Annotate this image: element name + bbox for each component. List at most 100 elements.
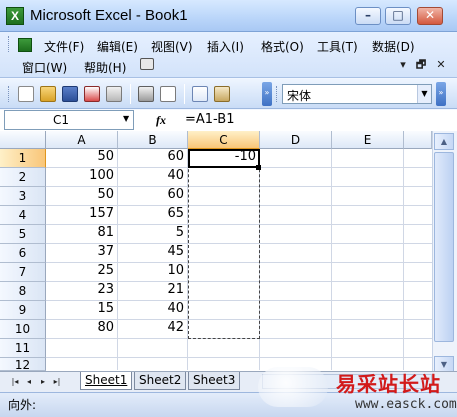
scroll-up-button[interactable]: ▲: [434, 133, 454, 150]
maximize-button[interactable]: □: [385, 7, 411, 25]
font-name-value: 宋体: [287, 89, 312, 103]
cell-b8[interactable]: 21: [118, 282, 188, 301]
chevron-down-icon[interactable]: ▼: [417, 85, 431, 103]
new-icon[interactable]: [18, 86, 34, 102]
row-header[interactable]: 12: [0, 358, 46, 371]
cell-a10[interactable]: 80: [46, 320, 118, 339]
row-header[interactable]: 7: [0, 263, 46, 282]
row-header[interactable]: 11: [0, 339, 46, 358]
cell-b6[interactable]: 45: [118, 244, 188, 263]
toolbar-separator: [184, 84, 185, 104]
column-header-d[interactable]: D: [260, 131, 332, 149]
mdi-menu-icon[interactable]: ▾: [396, 58, 410, 72]
cell-b7[interactable]: 10: [118, 263, 188, 282]
row-header[interactable]: 10: [0, 320, 46, 339]
cell-a1[interactable]: 50: [46, 149, 118, 168]
name-box[interactable]: C1 ▼: [4, 110, 134, 130]
formatting-overflow-button[interactable]: »: [436, 82, 446, 106]
cell-b1[interactable]: 60: [118, 149, 188, 168]
cell-a2[interactable]: 100: [46, 168, 118, 187]
close-button[interactable]: ✕: [417, 7, 443, 25]
excel-app-icon[interactable]: X: [6, 7, 24, 25]
toolbar-overflow-button[interactable]: »: [262, 82, 272, 106]
status-text: 向外:: [8, 398, 37, 412]
watermark-logo: [258, 367, 328, 407]
mdi-close-icon[interactable]: ✕: [434, 58, 448, 72]
first-sheet-icon[interactable]: |◂: [10, 376, 20, 388]
menu-data[interactable]: 数据(D): [372, 38, 415, 55]
cell-a7[interactable]: 25: [46, 263, 118, 282]
row-header[interactable]: 8: [0, 282, 46, 301]
spelling-icon[interactable]: [192, 86, 208, 102]
next-sheet-icon[interactable]: ▸: [38, 376, 48, 388]
fill-handle[interactable]: [256, 165, 261, 170]
cell-a3[interactable]: 50: [46, 187, 118, 206]
cell-a8[interactable]: 23: [46, 282, 118, 301]
select-all-corner[interactable]: [0, 131, 46, 149]
toolbar-grip-handle[interactable]: [8, 86, 11, 102]
active-cell-border: [188, 149, 260, 168]
row-header[interactable]: 3: [0, 187, 46, 206]
cell-b10[interactable]: 42: [118, 320, 188, 339]
vertical-scroll-thumb[interactable]: [434, 152, 454, 342]
open-icon[interactable]: [40, 86, 56, 102]
formatting-toolbar-grip[interactable]: [276, 86, 279, 102]
sheet-tab-sheet1[interactable]: Sheet1: [80, 372, 133, 390]
column-header-b[interactable]: B: [118, 131, 188, 149]
formula-input[interactable]: =A1-B1: [185, 112, 234, 127]
grid-line: [331, 149, 332, 370]
watermark-site-name: 易采站长站: [336, 372, 441, 396]
workbook-icon[interactable]: [18, 38, 32, 52]
permission-icon[interactable]: [84, 86, 100, 102]
last-sheet-icon[interactable]: ▸|: [52, 376, 62, 388]
cell-a4[interactable]: 157: [46, 206, 118, 225]
column-header-partial[interactable]: [404, 131, 432, 149]
cell-b5[interactable]: 5: [118, 225, 188, 244]
row-header[interactable]: 5: [0, 225, 46, 244]
column-header-e[interactable]: E: [332, 131, 404, 149]
row-header[interactable]: 1: [0, 149, 46, 168]
font-name-dropdown[interactable]: 宋体 ▼: [282, 84, 432, 104]
sheet-tab-sheet3[interactable]: Sheet3: [188, 372, 241, 390]
sheet-tab-sheet2[interactable]: Sheet2: [134, 372, 187, 390]
cell-b2[interactable]: 40: [118, 168, 188, 187]
print-icon[interactable]: [138, 86, 154, 102]
cell-b3[interactable]: 60: [118, 187, 188, 206]
column-header-c[interactable]: C: [188, 131, 260, 149]
toolbar-separator: [130, 84, 131, 104]
row-header[interactable]: 9: [0, 301, 46, 320]
cell-a5[interactable]: 81: [46, 225, 118, 244]
cell-a9[interactable]: 15: [46, 301, 118, 320]
menu-help[interactable]: 帮助(H): [84, 59, 126, 76]
menu-view[interactable]: 视图(V): [151, 38, 193, 55]
cell-b9[interactable]: 40: [118, 301, 188, 320]
watermark-url: www.easck.com: [355, 397, 457, 412]
window-title: Microsoft Excel - Book1: [30, 7, 188, 24]
name-box-value: C1: [53, 113, 70, 127]
copy-selection-marquee: [188, 149, 260, 339]
menu-edit[interactable]: 编辑(E): [97, 38, 138, 55]
column-header-a[interactable]: A: [46, 131, 118, 149]
minimize-button[interactable]: –: [355, 7, 381, 25]
menu-tools[interactable]: 工具(T): [317, 38, 358, 55]
email-icon[interactable]: [106, 86, 122, 102]
menu-grip-handle[interactable]: [8, 36, 11, 52]
menu-insert[interactable]: 插入(I): [207, 38, 244, 55]
previous-sheet-icon[interactable]: ◂: [24, 376, 34, 388]
cell-b4[interactable]: 65: [118, 206, 188, 225]
row-header[interactable]: 4: [0, 206, 46, 225]
research-icon[interactable]: [214, 86, 230, 102]
insert-function-icon[interactable]: fx: [156, 113, 166, 128]
mdi-restore-icon[interactable]: 🗗: [414, 58, 428, 72]
cell-a6[interactable]: 37: [46, 244, 118, 263]
row-header[interactable]: 2: [0, 168, 46, 187]
menu-file[interactable]: 文件(F): [44, 38, 84, 55]
print-preview-icon[interactable]: [160, 86, 176, 102]
menu-window[interactable]: 窗口(W): [22, 59, 67, 76]
menu-format[interactable]: 格式(O): [261, 38, 304, 55]
row-header[interactable]: 6: [0, 244, 46, 263]
chevron-down-icon[interactable]: ▼: [123, 114, 129, 123]
keyboard-icon[interactable]: [140, 58, 154, 70]
grid-line: [46, 357, 432, 358]
save-icon[interactable]: [62, 86, 78, 102]
